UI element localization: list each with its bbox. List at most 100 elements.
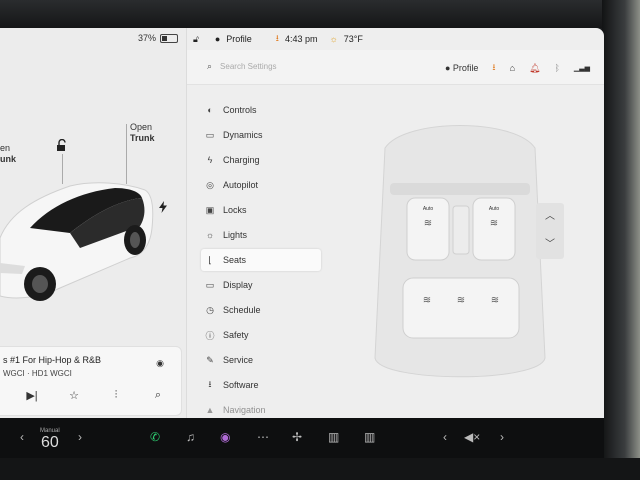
- menu-item-lights[interactable]: ☼ Lights: [201, 224, 321, 246]
- open-frunk-label[interactable]: en unk: [0, 143, 16, 165]
- music-icon[interactable]: ♫: [186, 430, 195, 444]
- svg-text:≋: ≋: [491, 295, 499, 306]
- download-icon: ⭳: [208, 379, 212, 389]
- photo-bezel-top: [0, 0, 640, 28]
- menu-item-schedule[interactable]: ◷ Schedule: [201, 299, 321, 321]
- car-image: [0, 182, 154, 301]
- speed-setting[interactable]: Manual 60: [40, 428, 60, 452]
- menu-item-controls[interactable]: ◐ Controls: [201, 99, 321, 121]
- media-song-title: s #1 For Hip-Hop & R&B: [3, 355, 102, 365]
- svg-text:≋: ≋: [423, 295, 431, 306]
- menu-item-service[interactable]: ✎ Service: [201, 349, 321, 371]
- menu-item-display[interactable]: ▭ Display: [201, 274, 321, 296]
- menu-item-label: Charging: [223, 155, 260, 165]
- menu-item-label: Schedule: [223, 305, 261, 315]
- settings-menu: ◐ Controls ▭ Dynamics ϟ Charging ◎ Autopilot ▣ Lo…: [187, 84, 337, 418]
- bottom-dock: ‹ Manual 60 › ✆ ♫ ◉ ⋯ ✢ ▥ ▥ ‹ ◀× ›: [0, 418, 604, 458]
- lte-signal-icon[interactable]: ▁▃▅: [574, 64, 590, 72]
- menu-item-autopilot[interactable]: ◎ Autopilot: [201, 174, 321, 196]
- lock-icon: ▣: [205, 204, 215, 215]
- car-panel: 37% en unk Open Trunk s #1 For Hip-Hop &…: [0, 28, 187, 418]
- garage-icon[interactable]: ⌂: [510, 63, 515, 73]
- bluetooth-icon[interactable]: ᛒ: [554, 63, 559, 73]
- next-track-icon[interactable]: ▶︎|: [23, 389, 41, 402]
- driver-seat-auto: Auto: [423, 206, 434, 212]
- menu-item-label: Display: [223, 280, 253, 290]
- passenger-seat-auto: Auto: [489, 206, 500, 212]
- media-source-icon[interactable]: ◉: [151, 358, 169, 369]
- status-bar: 🔓︎ ● Profile ⭳ 4:43 pm ☼ 73°F: [187, 28, 604, 50]
- touchscreen: 37% en unk Open Trunk s #1 For Hip-Hop &…: [0, 28, 604, 418]
- search-settings[interactable]: ⌕ Search Settings: [207, 61, 277, 72]
- search-icon: ⌕: [207, 61, 213, 71]
- software-update-icon[interactable]: ⭳: [492, 60, 495, 76]
- mute-icon[interactable]: ◀×: [464, 430, 480, 444]
- camera-app-icon[interactable]: ◉: [220, 430, 230, 444]
- menu-item-dynamics[interactable]: ▭ Dynamics: [201, 124, 321, 146]
- media-station: WGCI · HD1 WGCI: [3, 369, 72, 378]
- menu-item-label: Dynamics: [223, 130, 263, 140]
- car-icon: ▭: [205, 129, 215, 140]
- scroll-down-icon[interactable]: ﹀: [536, 231, 564, 259]
- media-player[interactable]: s #1 For Hip-Hop & R&B WGCI · HD1 WGCI ◉…: [0, 346, 182, 416]
- alert-bell-icon[interactable]: 🔔︎: [529, 63, 540, 74]
- phone-icon[interactable]: ✆: [150, 430, 160, 444]
- search-media-icon[interactable]: ⌕: [149, 389, 167, 402]
- battery-percent: 37%: [137, 33, 156, 43]
- menu-item-label: Autopilot: [223, 180, 259, 190]
- battery-indicator: 37%: [138, 33, 178, 43]
- wrench-icon: ✎: [206, 354, 214, 365]
- menu-item-seats[interactable]: ⌊ Seats: [201, 249, 321, 271]
- menu-item-label: Locks: [223, 205, 247, 215]
- status-temp: 73°F: [343, 34, 363, 44]
- fan-icon[interactable]: ✢: [292, 430, 302, 444]
- seat-heat-right-icon[interactable]: ▥: [364, 430, 375, 444]
- photo-bezel-right: [602, 0, 640, 480]
- clock-icon: ◷: [206, 304, 214, 315]
- speed-up-icon[interactable]: ›: [78, 430, 82, 444]
- search-input[interactable]: Search Settings: [220, 62, 276, 71]
- battery-icon: [160, 33, 178, 43]
- menu-item-label: Service: [223, 355, 254, 365]
- weather-icon: ☼: [329, 34, 338, 44]
- seat-heat-left-icon[interactable]: ▥: [328, 430, 339, 444]
- menu-item-label: Safety: [223, 330, 249, 340]
- svg-text:≋: ≋: [424, 218, 432, 229]
- trunk-callout-line: [126, 124, 127, 184]
- download-icon: ⭳: [275, 33, 279, 43]
- volume-down-icon[interactable]: ‹: [443, 430, 447, 444]
- navigation-icon: ▲: [205, 405, 215, 415]
- speed-down-icon[interactable]: ‹: [20, 430, 24, 444]
- driver-seat[interactable]: Auto ≋: [406, 197, 450, 261]
- menu-item-charging[interactable]: ϟ Charging: [201, 149, 321, 171]
- equalizer-icon[interactable]: ⫶: [107, 389, 125, 402]
- menu-item-label: Software: [223, 380, 259, 390]
- menu-item-navigation[interactable]: ▲ Navigation: [201, 399, 321, 418]
- lock-status-icon: 🔓︎: [193, 33, 199, 44]
- favorite-star-icon[interactable]: ☆: [65, 389, 83, 402]
- scroll-up-icon[interactable]: ︿: [536, 203, 564, 231]
- volume-up-icon[interactable]: ›: [500, 430, 504, 444]
- unlock-icon[interactable]: [55, 139, 69, 153]
- header-icons: ● Profile ⭳ ⌂ 🔔︎ ᛒ ▁▃▅: [445, 60, 590, 76]
- menu-item-locks[interactable]: ▣ Locks: [201, 199, 321, 221]
- info-icon: ⓘ: [205, 330, 215, 341]
- toggle-icon: ◐: [207, 105, 213, 115]
- svg-text:≋: ≋: [490, 218, 498, 229]
- rear-seats[interactable]: ≋ ≋ ≋: [402, 277, 520, 339]
- svg-text:≋: ≋: [457, 295, 465, 306]
- menu-item-label: Seats: [223, 255, 247, 265]
- bolt-icon: ϟ: [207, 155, 213, 165]
- menu-item-safety[interactable]: ⓘ Safety: [201, 324, 321, 346]
- steering-wheel-icon: ◎: [206, 179, 214, 190]
- open-trunk-button[interactable]: Open Trunk: [130, 122, 155, 144]
- status-time: 4:43 pm: [284, 34, 318, 44]
- more-apps-icon[interactable]: ⋯: [257, 430, 269, 444]
- menu-item-software[interactable]: ⭳ Software: [201, 374, 321, 396]
- menu-item-label: Lights: [223, 230, 248, 240]
- status-profile[interactable]: Profile: [226, 34, 252, 44]
- profile-button[interactable]: ● Profile: [445, 63, 478, 73]
- speed-value: 60: [40, 434, 59, 451]
- passenger-seat[interactable]: Auto ≋: [472, 197, 516, 261]
- sun-icon: ☼: [205, 230, 215, 240]
